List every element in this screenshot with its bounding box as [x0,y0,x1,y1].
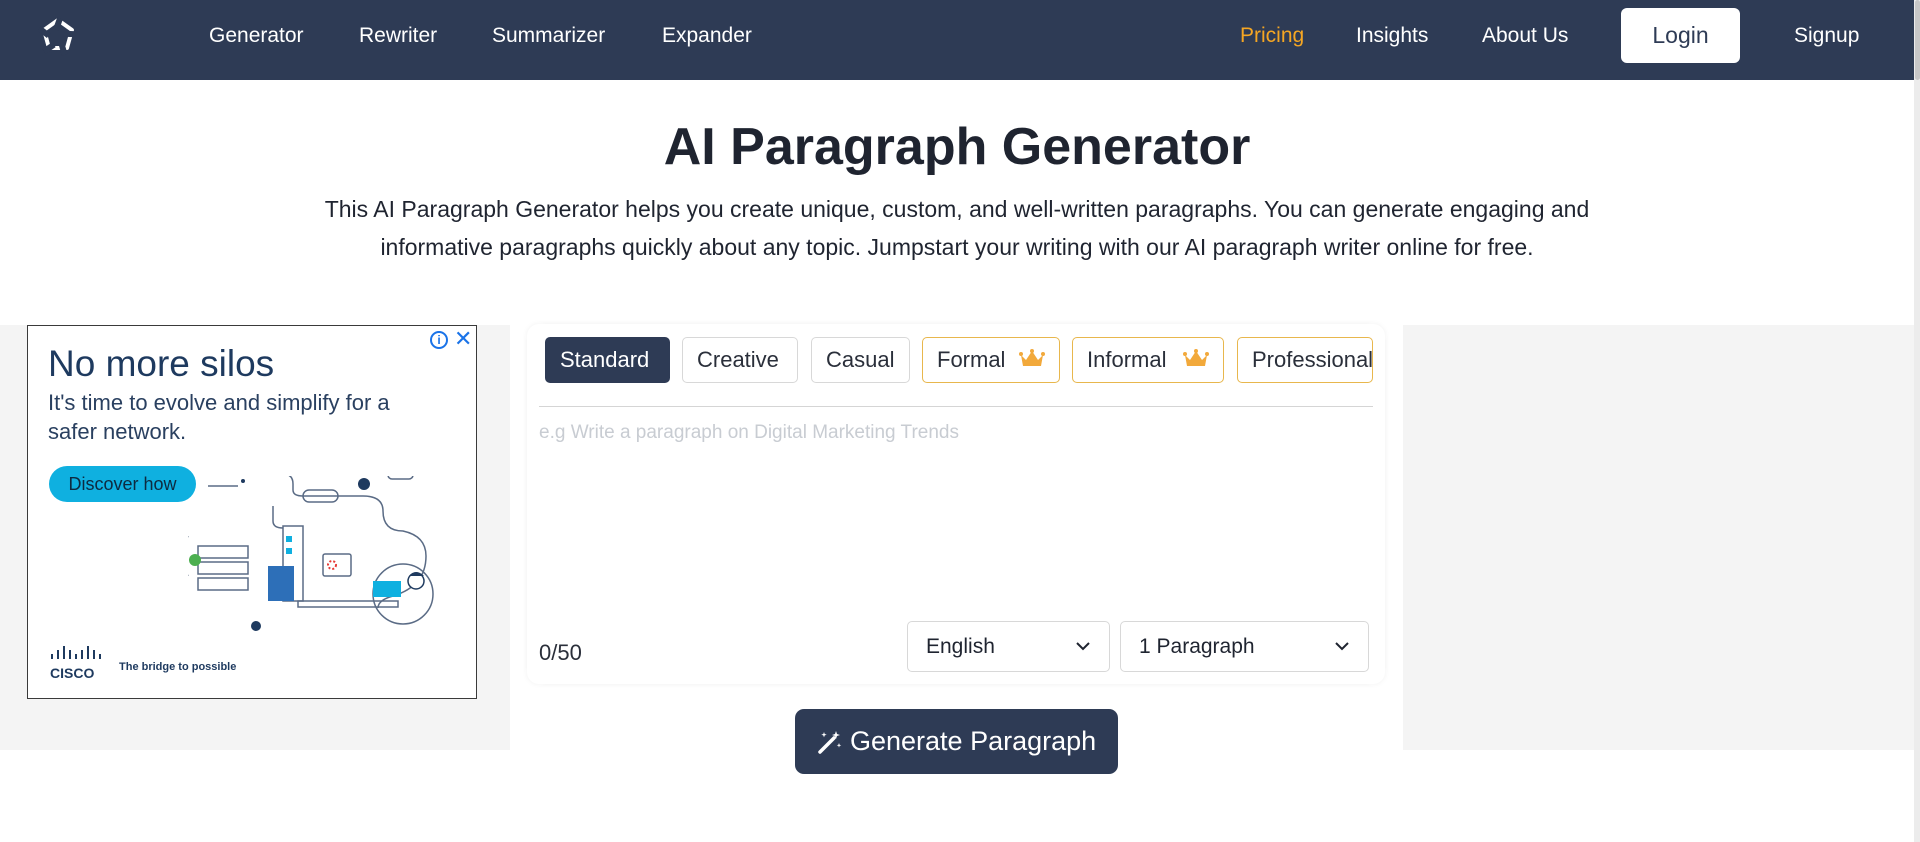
paragraph-editor-card: Standard Creative Casual Formal Informal… [527,324,1385,684]
generate-paragraph-label: Generate Paragraph [850,726,1097,756]
page-title: AI Paragraph Generator [663,118,1251,176]
info-icon[interactable]: i [430,331,448,349]
tone-tab-informal[interactable]: Informal [1072,337,1224,383]
tone-tab-professional[interactable]: Professional [1237,337,1373,383]
nav-link-generator[interactable]: Generator [209,23,304,49]
nav-link-expander[interactable]: Expander [662,23,752,49]
magic-wand-icon [818,731,842,754]
top-navbar: Generator Rewriter Summarizer Expander P… [0,0,1914,80]
tone-tab-creative[interactable]: Creative [682,337,798,383]
language-select-value: English [926,635,995,658]
ad-headline: No more silos [48,343,275,384]
tone-tab-informal-label: Informal [1087,347,1167,372]
brand-logo-icon[interactable] [38,16,78,56]
nav-link-about-us[interactable]: About Us [1482,23,1568,49]
length-select[interactable]: 1 Paragraph [1120,621,1369,672]
chevron-down-icon [1335,642,1349,651]
cisco-logo-icon: CISCO [50,646,101,681]
ad-tagline: The bridge to possible [119,661,237,673]
ad-subtext: It's time to evolve and simplify for a s… [48,390,390,444]
chevron-down-icon [1076,642,1090,651]
language-select[interactable]: English [907,621,1110,672]
nav-link-summarizer[interactable]: Summarizer [492,23,605,49]
tone-tab-formal-label: Formal [937,347,1006,372]
page-description-line-2: informative paragraphs quickly about any… [380,234,1534,260]
cisco-brand-text: CISCO [50,665,94,681]
prompt-input[interactable] [539,420,1373,580]
crown-icon [1183,349,1209,366]
generate-paragraph-button[interactable]: Generate Paragraph [795,709,1118,774]
length-select-value: 1 Paragraph [1139,635,1255,658]
tabs-divider [539,406,1373,407]
right-sidebar-area [1403,325,1914,750]
nav-link-pricing[interactable]: Pricing [1240,23,1304,49]
page-description-line-1: This AI Paragraph Generator helps you cr… [324,196,1590,222]
signup-link[interactable]: Signup [1794,23,1859,49]
page-scrollbar-thumb[interactable] [1915,0,1920,80]
nav-link-rewriter[interactable]: Rewriter [359,23,437,49]
tone-tab-standard[interactable]: Standard [545,337,670,383]
nav-link-insights[interactable]: Insights [1356,23,1428,49]
login-button[interactable]: Login [1621,8,1740,63]
advertisement[interactable]: i ✕ No more silos It's time to evolve an… [27,325,477,699]
crown-icon [1019,349,1045,366]
close-icon[interactable]: ✕ [454,327,472,351]
page-description: This AI Paragraph Generator helps you cr… [290,190,1624,266]
tone-tab-casual[interactable]: Casual [811,337,910,383]
character-counter: 0/50 [539,640,582,665]
tone-tab-formal[interactable]: Formal [922,337,1060,383]
network-illustration-icon [188,476,434,631]
page-scrollbar-track[interactable] [1914,0,1920,842]
ad-cta-button[interactable]: Discover how [49,466,196,502]
